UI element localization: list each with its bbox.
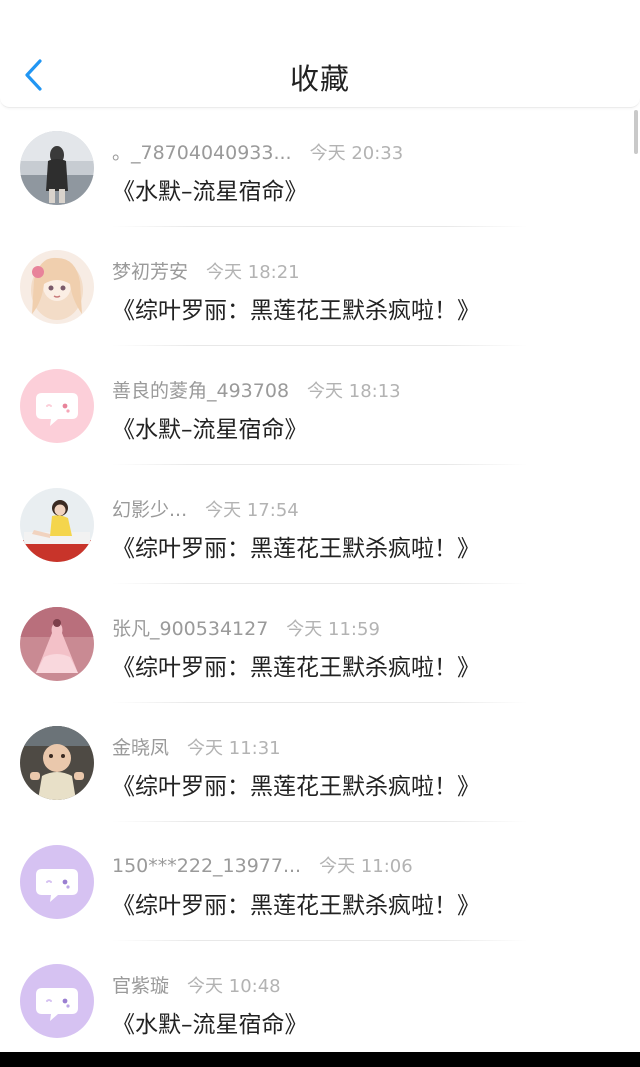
timestamp: 今天 18:13	[307, 381, 401, 402]
meta-line: 150***222_13977... 今天 11:06	[112, 852, 413, 878]
username[interactable]: 官紫璇	[112, 971, 169, 998]
avatar[interactable]	[20, 607, 94, 681]
timestamp: 今天 17:54	[205, 500, 299, 521]
meta-line: 。_78704040933... 今天 20:33	[112, 138, 403, 164]
avatar[interactable]	[20, 964, 94, 1038]
avatar[interactable]	[20, 131, 94, 205]
avatar[interactable]	[20, 488, 94, 562]
meta-line: 金晓凤 今天 11:31	[112, 733, 281, 759]
book-title[interactable]: 《水默–流星宿命》	[112, 410, 308, 444]
list-item[interactable]: 幻影少... 今天 17:54 《综叶罗丽：黑莲花王默杀疯啦！》	[0, 465, 640, 584]
avatar[interactable]	[20, 845, 94, 919]
username[interactable]: 梦初芳安	[112, 257, 188, 284]
book-title[interactable]: 《综叶罗丽：黑莲花王默杀疯啦！》	[112, 529, 480, 563]
username[interactable]: 幻影少...	[112, 495, 187, 522]
book-title[interactable]: 《综叶罗丽：黑莲花王默杀疯啦！》	[112, 648, 480, 682]
username[interactable]: 善良的菱角_493708	[112, 376, 289, 403]
avatar[interactable]	[20, 369, 94, 443]
timestamp: 今天 11:59	[286, 619, 380, 640]
meta-line: 张凡_900534127 今天 11:59	[112, 614, 380, 640]
chat-bubble-icon	[20, 369, 94, 443]
username[interactable]: 金晓凤	[112, 733, 169, 760]
book-title[interactable]: 《水默–流星宿命》	[112, 172, 308, 206]
list-item[interactable]: 。_78704040933... 今天 20:33 《水默–流星宿命》	[0, 108, 640, 227]
timestamp: 今天 11:06	[319, 856, 413, 877]
list-item[interactable]: 金晓凤 今天 11:31 《综叶罗丽：黑莲花王默杀疯啦！》	[0, 703, 640, 822]
book-title[interactable]: 《综叶罗丽：黑莲花王默杀疯啦！》	[112, 291, 480, 325]
list-item[interactable]: 官紫璇 今天 10:48 《水默–流星宿命》	[0, 941, 640, 1052]
bottom-bar	[0, 1052, 640, 1067]
username[interactable]: 。_78704040933...	[112, 138, 292, 165]
username[interactable]: 150***222_13977...	[112, 855, 301, 877]
timestamp: 今天 18:21	[206, 262, 300, 283]
favorites-screen: 收藏 。_78704040933... 今天 20:33 《水默–流星宿命》 梦…	[0, 0, 640, 1067]
list-item[interactable]: 梦初芳安 今天 18:21 《综叶罗丽：黑莲花王默杀疯啦！》	[0, 227, 640, 346]
avatar[interactable]	[20, 250, 94, 324]
meta-line: 官紫璇 今天 10:48	[112, 971, 281, 997]
scrollbar[interactable]	[634, 110, 638, 154]
meta-line: 梦初芳安 今天 18:21	[112, 257, 300, 283]
page-title: 收藏	[289, 62, 350, 96]
book-title[interactable]: 《综叶罗丽：黑莲花王默杀疯啦！》	[112, 886, 480, 920]
book-title[interactable]: 《综叶罗丽：黑莲花王默杀疯啦！》	[112, 767, 480, 801]
chat-bubble-icon	[20, 845, 94, 919]
list-item[interactable]: 150***222_13977... 今天 11:06 《综叶罗丽：黑莲花王默杀…	[0, 822, 640, 941]
timestamp: 今天 10:48	[187, 976, 281, 997]
list-item[interactable]: 善良的菱角_493708 今天 18:13 《水默–流星宿命》	[0, 346, 640, 465]
username[interactable]: 张凡_900534127	[112, 614, 268, 641]
timestamp: 今天 11:31	[187, 738, 281, 759]
avatar[interactable]	[20, 726, 94, 800]
list-item[interactable]: 张凡_900534127 今天 11:59 《综叶罗丽：黑莲花王默杀疯啦！》	[0, 584, 640, 703]
meta-line: 幻影少... 今天 17:54	[112, 495, 299, 521]
book-title[interactable]: 《水默–流星宿命》	[112, 1005, 308, 1039]
meta-line: 善良的菱角_493708 今天 18:13	[112, 376, 401, 402]
chat-bubble-icon	[20, 964, 94, 1038]
timestamp: 今天 20:33	[309, 143, 404, 164]
header-bar: 收藏	[0, 0, 640, 108]
favorites-list[interactable]: 。_78704040933... 今天 20:33 《水默–流星宿命》 梦初芳安…	[0, 108, 640, 1052]
